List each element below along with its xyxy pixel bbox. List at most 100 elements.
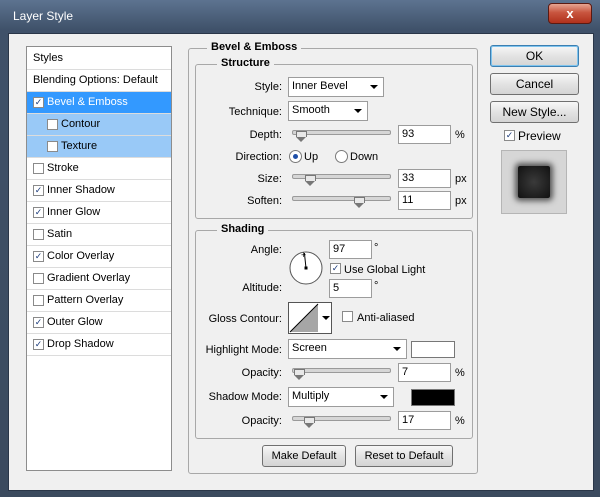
close-button[interactable]: x xyxy=(548,3,592,24)
shadow-opacity-input[interactable]: 17 xyxy=(398,411,451,430)
direction-down-radio[interactable] xyxy=(335,150,348,163)
style-checkbox[interactable]: ✓ xyxy=(33,251,44,262)
style-item-drop-shadow[interactable]: ✓ Drop Shadow xyxy=(27,334,171,356)
title-bar[interactable]: Layer Style x xyxy=(0,0,600,34)
soften-unit: px xyxy=(455,195,467,207)
shading-group xyxy=(195,230,473,439)
style-preview xyxy=(501,150,567,214)
technique-select[interactable]: Smooth xyxy=(288,101,368,121)
style-item-outer-glow[interactable]: ✓ Outer Glow xyxy=(27,312,171,334)
make-default-button[interactable]: Make Default xyxy=(262,445,346,467)
style-checkbox[interactable]: ✓ xyxy=(33,97,44,108)
shadow-opacity-label: Opacity: xyxy=(241,415,282,427)
preview-checkbox[interactable]: ✓ xyxy=(504,130,515,141)
styles-list: Styles Blending Options: Default ✓ Bevel … xyxy=(26,46,172,471)
style-item-satin[interactable]: Satin xyxy=(27,224,171,246)
style-item-inner-shadow[interactable]: ✓ Inner Shadow xyxy=(27,180,171,202)
style-item-pattern-overlay[interactable]: Pattern Overlay xyxy=(27,290,171,312)
direction-down-label: Down xyxy=(350,151,379,163)
depth-label: Depth: xyxy=(249,129,282,141)
technique-label: Technique: xyxy=(228,106,282,118)
style-item-color-overlay[interactable]: ✓ Color Overlay xyxy=(27,246,171,268)
anti-aliased-label: Anti-aliased xyxy=(357,312,415,324)
style-item-contour[interactable]: Contour xyxy=(27,114,171,136)
style-item-label: Bevel & Emboss xyxy=(47,96,128,108)
styles-header[interactable]: Styles xyxy=(27,47,171,70)
preview-swatch xyxy=(518,166,550,198)
highlight-mode-label: Highlight Mode: xyxy=(205,344,282,356)
style-item-label: Inner Shadow xyxy=(47,184,115,196)
style-checkbox[interactable] xyxy=(33,163,44,174)
soften-slider-track[interactable] xyxy=(292,196,391,201)
anti-aliased-checkbox[interactable] xyxy=(342,311,353,322)
global-light-checkbox[interactable]: ✓ xyxy=(330,263,341,274)
soften-input[interactable]: 11 xyxy=(398,191,451,210)
angle-label: Angle: xyxy=(250,244,282,256)
style-checkbox[interactable] xyxy=(33,273,44,284)
style-checkbox[interactable] xyxy=(33,295,44,306)
close-icon: x xyxy=(566,6,574,21)
preview-label: Preview xyxy=(518,129,561,143)
direction-up-label: Up xyxy=(304,151,319,163)
size-unit: px xyxy=(455,173,467,185)
shading-title: Shading xyxy=(217,223,269,235)
style-item-label: Satin xyxy=(47,228,73,240)
reset-default-button[interactable]: Reset to Default xyxy=(355,445,453,467)
gloss-contour-picker[interactable] xyxy=(288,302,332,334)
style-item-bevel-emboss[interactable]: ✓ Bevel & Emboss xyxy=(27,92,171,114)
style-checkbox[interactable] xyxy=(33,229,44,240)
style-checkbox[interactable] xyxy=(47,119,58,130)
style-label: Style: xyxy=(254,81,282,93)
altitude-label: Altitude: xyxy=(242,282,282,294)
direction-up-radio[interactable] xyxy=(289,150,302,163)
cancel-button[interactable]: Cancel xyxy=(490,73,579,95)
style-item-stroke[interactable]: Stroke xyxy=(27,158,171,180)
chevron-down-icon xyxy=(380,395,388,399)
shadow-opacity-unit: % xyxy=(455,415,465,427)
style-checkbox[interactable]: ✓ xyxy=(33,185,44,196)
altitude-input[interactable]: 5 xyxy=(329,279,372,298)
highlight-mode-select[interactable]: Screen xyxy=(288,339,407,359)
highlight-opacity-input[interactable]: 7 xyxy=(398,363,451,382)
contour-preview-icon xyxy=(289,303,319,333)
blending-options[interactable]: Blending Options: Default xyxy=(27,70,171,92)
chevron-down-icon xyxy=(370,85,378,89)
shadow-color-swatch[interactable] xyxy=(411,389,455,406)
style-checkbox[interactable]: ✓ xyxy=(33,339,44,350)
style-item-label: Pattern Overlay xyxy=(47,294,124,306)
style-item-texture[interactable]: Texture xyxy=(27,136,171,158)
style-checkbox[interactable] xyxy=(47,141,58,152)
depth-unit: % xyxy=(455,129,465,141)
highlight-color-swatch[interactable] xyxy=(411,341,455,358)
style-item-gradient-overlay[interactable]: Gradient Overlay xyxy=(27,268,171,290)
style-item-label: Texture xyxy=(61,140,98,152)
shadow-mode-select[interactable]: Multiply xyxy=(288,387,394,407)
size-label: Size: xyxy=(257,173,282,185)
new-style-button[interactable]: New Style... xyxy=(490,101,579,123)
style-item-label: Contour xyxy=(61,118,101,130)
chevron-down-icon xyxy=(322,316,330,320)
style-item-inner-glow[interactable]: ✓ Inner Glow xyxy=(27,202,171,224)
size-input[interactable]: 33 xyxy=(398,169,451,188)
style-item-label: Drop Shadow xyxy=(47,338,114,350)
highlight-opacity-label: Opacity: xyxy=(241,367,282,379)
altitude-unit: ° xyxy=(374,280,379,292)
angle-dial[interactable]: + xyxy=(288,250,324,286)
ok-button[interactable]: OK xyxy=(490,45,579,67)
style-item-label: Color Overlay xyxy=(47,250,115,262)
highlight-opacity-unit: % xyxy=(455,367,465,379)
highlight-opacity-track[interactable] xyxy=(292,368,391,373)
style-checkbox[interactable]: ✓ xyxy=(33,207,44,218)
direction-label: Direction: xyxy=(235,151,282,163)
depth-input[interactable]: 93 xyxy=(398,125,451,144)
style-item-label: Outer Glow xyxy=(47,316,103,328)
gloss-contour-label: Gloss Contour: xyxy=(208,313,282,325)
global-light-label: Use Global Light xyxy=(344,264,426,276)
soften-label: Soften: xyxy=(247,195,282,207)
bevel-title: Bevel & Emboss xyxy=(207,41,302,53)
chevron-down-icon xyxy=(393,347,401,351)
check-icon: ✓ xyxy=(331,263,340,273)
style-select[interactable]: Inner Bevel xyxy=(288,77,384,97)
style-checkbox[interactable]: ✓ xyxy=(33,317,44,328)
angle-input[interactable]: 97 xyxy=(329,240,372,259)
